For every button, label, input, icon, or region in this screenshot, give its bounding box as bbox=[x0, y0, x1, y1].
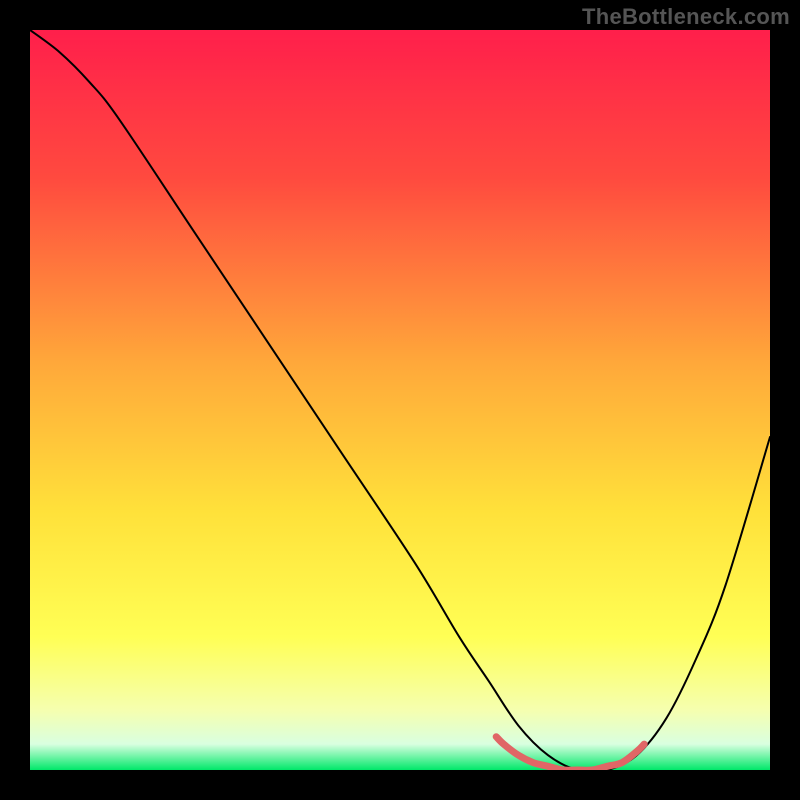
optimal-range-marker-path bbox=[496, 737, 644, 770]
watermark-text: TheBottleneck.com bbox=[582, 4, 790, 30]
plot-area bbox=[30, 30, 770, 770]
bottleneck-curve-path bbox=[30, 30, 770, 770]
chart-frame: TheBottleneck.com bbox=[0, 0, 800, 800]
curve-layer bbox=[30, 30, 770, 770]
